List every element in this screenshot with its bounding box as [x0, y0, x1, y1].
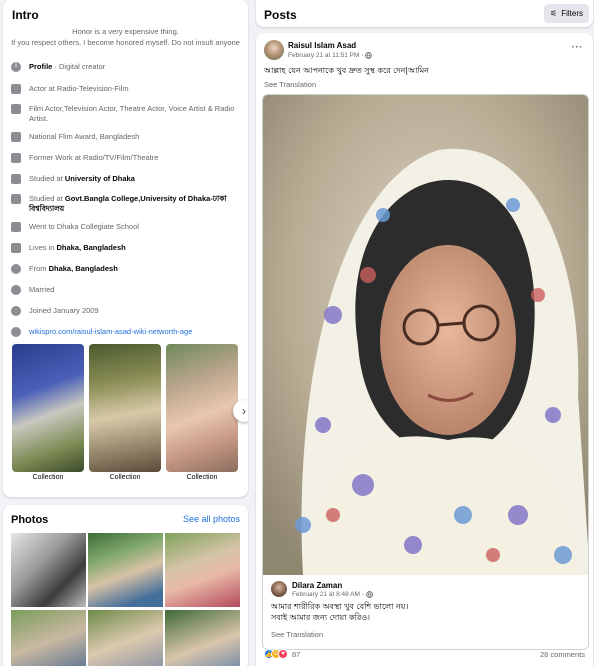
intro-card: Intro Honor is a very expensive thing. I…	[3, 0, 248, 497]
post-card: Raisul Islam Asad February 21 at 11:51 P…	[256, 33, 593, 666]
shared-author-avatar[interactable]	[271, 581, 287, 597]
intro-item-bold[interactable]: Dhaka, Bangladesh	[57, 243, 126, 252]
see-translation-link[interactable]: See Translation	[264, 80, 316, 89]
intro-item-text: Joined January 2009	[29, 306, 99, 315]
shared-text-line-1: আমার শারীরিক অবস্থা খুব বেশি ভালো নয়।	[271, 602, 409, 611]
intro-item-bold: Profile	[29, 62, 53, 71]
shared-post[interactable]: Dilara Zaman February 21 at 8:48 AM · আম…	[262, 94, 589, 650]
filters-button[interactable]: ⚟ Filters	[544, 4, 589, 23]
location-pin-icon	[11, 264, 21, 274]
website-link[interactable]: wikispro.com/raisul-islam-asad-wiki-netw…	[29, 327, 192, 337]
globe-icon	[366, 591, 373, 598]
author-avatar[interactable]	[264, 40, 284, 60]
intro-item-website[interactable]: wikispro.com/raisul-islam-asad-wiki-netw…	[11, 327, 243, 337]
filters-icon: ⚟	[550, 9, 558, 18]
heart-icon	[11, 285, 21, 295]
reaction-count: 87	[292, 649, 301, 659]
photo-thumbnail[interactable]	[165, 533, 240, 607]
post-author-name[interactable]: Raisul Islam Asad	[288, 41, 356, 50]
more-options-icon[interactable]: ···	[572, 42, 584, 53]
intro-item-joined: Joined January 2009	[11, 306, 243, 316]
briefcase-icon	[11, 104, 21, 114]
intro-item-profile: i Profile · Digital creator	[11, 62, 243, 72]
intro-item-bold[interactable]: University of Dhaka	[65, 174, 135, 183]
intro-item-work[interactable]: Actor at Radio-Television-Film	[11, 84, 243, 94]
shared-timestamp[interactable]: February 21 at 8:48 AM ·	[292, 591, 364, 598]
post-photo-illustration	[263, 95, 588, 575]
intro-item-work[interactable]: Former Work at Radio/TV/Film/Theatre	[11, 153, 243, 163]
intro-item-text: Actor at Radio-Television-Film	[29, 84, 129, 93]
bio-line-1: Honor is a very expensive thing.	[72, 27, 179, 36]
intro-item-lives[interactable]: Lives in Dhaka, Bangladesh	[11, 243, 243, 253]
intro-item-text: From	[29, 264, 49, 273]
intro-item-bold[interactable]: Dhaka, Bangladesh	[49, 264, 118, 273]
shared-see-translation-link[interactable]: See Translation	[271, 630, 323, 639]
collection-label: Collection	[109, 474, 141, 481]
globe-icon	[365, 52, 373, 59]
collection-label: Collection	[32, 474, 64, 481]
reactions-summary[interactable]: 👍 ☺ ♥ 87	[264, 649, 300, 659]
briefcase-icon	[11, 132, 21, 142]
graduation-cap-icon	[11, 194, 21, 204]
collection-label: Collection	[186, 474, 218, 481]
comments-count-link[interactable]: 28 comments	[540, 650, 585, 659]
filters-label: Filters	[561, 9, 583, 18]
info-icon: i	[11, 62, 21, 72]
love-reaction-icon: ♥	[278, 649, 288, 659]
bio-line-2: If you respect others, I become honored …	[11, 37, 240, 47]
briefcase-icon	[11, 153, 21, 163]
shared-post-text: আমার শারীরিক অবস্থা খুব বেশি ভালো নয়। স…	[271, 601, 408, 623]
intro-item-from[interactable]: From Dhaka, Bangladesh	[11, 264, 243, 274]
intro-item-relationship: Married	[11, 285, 243, 295]
collection-item[interactable]: Collection	[12, 344, 84, 481]
intro-item-text: Studied at	[29, 194, 65, 203]
photos-card: Photos See all photos	[3, 505, 248, 666]
graduation-cap-icon	[11, 222, 21, 232]
featured-collections: Collection Collection Collection ›	[12, 344, 248, 484]
post-image[interactable]	[263, 95, 588, 575]
intro-item-education[interactable]: Studied at University of Dhaka	[11, 174, 243, 184]
shared-author-name[interactable]: Dilara Zaman	[292, 581, 342, 590]
intro-item-work[interactable]: National Flim Award, Bangladesh	[11, 132, 243, 142]
collection-item[interactable]: Collection	[89, 344, 161, 481]
post-timestamp[interactable]: February 21 at 11:51 PM ·	[288, 52, 363, 59]
posts-header: Posts ⚟ Filters	[256, 0, 593, 27]
globe-icon	[11, 327, 21, 337]
photos-title: Photos	[11, 514, 49, 526]
chevron-right-icon[interactable]: ›	[233, 400, 248, 422]
photo-thumbnail[interactable]	[11, 533, 86, 607]
intro-title: Intro	[12, 8, 39, 22]
intro-item-text: Studied at	[29, 174, 65, 183]
intro-item-text: Married	[29, 285, 55, 294]
photo-thumbnail[interactable]	[88, 610, 163, 666]
collection-item[interactable]: Collection	[166, 344, 238, 481]
post-text: আল্লাহ যেন আপনাকে খুব দ্রুত সুস্থ করে দে…	[264, 66, 429, 75]
photo-thumbnail[interactable]	[88, 533, 163, 607]
intro-item-text: National Flim Award, Bangladesh	[29, 132, 140, 141]
intro-item-text: · Digital creator	[52, 62, 106, 71]
intro-item-text: Lives in	[29, 243, 57, 252]
post-meta: February 21 at 11:51 PM ·	[288, 52, 373, 59]
intro-item-education[interactable]: Studied at Govt.Bangla College,Universit…	[11, 194, 243, 213]
photo-thumbnail[interactable]	[165, 610, 240, 666]
home-icon	[11, 243, 21, 253]
shared-text-line-2: সবাই আমার জন্য দোয়া করিও।	[271, 613, 370, 622]
intro-item-text: Former Work at Radio/TV/Film/Theatre	[29, 153, 159, 162]
collection-thumbnail[interactable]	[89, 344, 161, 472]
bio: Honor is a very expensive thing. If you …	[7, 27, 244, 48]
briefcase-icon	[11, 84, 21, 94]
clock-icon	[11, 306, 21, 316]
intro-item-text: Film Actor,Television Actor, Theatre Act…	[29, 104, 235, 123]
collection-thumbnail[interactable]	[12, 344, 84, 472]
graduation-cap-icon	[11, 174, 21, 184]
shared-meta: February 21 at 8:48 AM ·	[292, 591, 373, 598]
intro-item-work[interactable]: Film Actor,Television Actor, Theatre Act…	[11, 104, 243, 123]
intro-item-text: Went to Dhaka Collegiate School	[29, 222, 139, 231]
intro-item-education[interactable]: Went to Dhaka Collegiate School	[11, 222, 243, 232]
posts-title: Posts	[264, 8, 297, 22]
photo-thumbnail[interactable]	[11, 610, 86, 666]
collection-thumbnail[interactable]	[166, 344, 238, 472]
see-all-photos-link[interactable]: See all photos	[183, 514, 240, 524]
